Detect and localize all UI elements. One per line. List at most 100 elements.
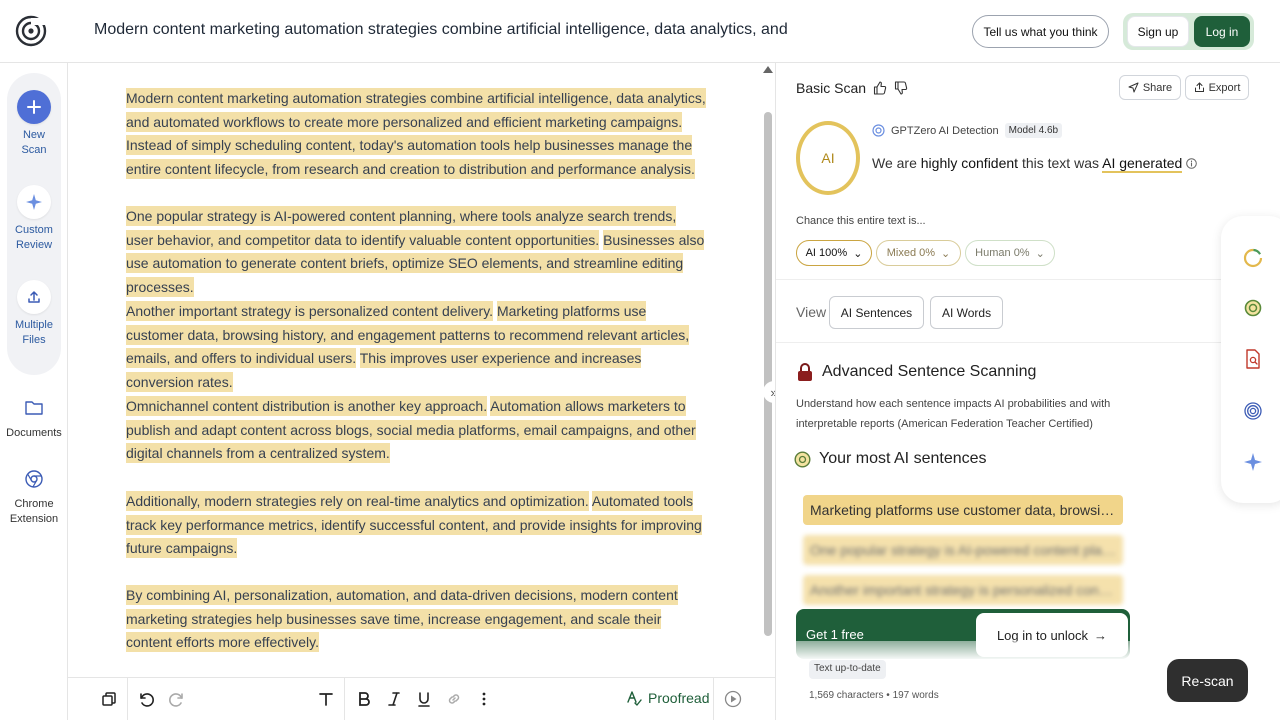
highlighted-sentence[interactable]: One popular strategy is AI-powered conte… [126, 206, 677, 250]
top-bar: Modern content marketing automation stra… [0, 0, 1280, 63]
gptzero-logo-icon[interactable] [14, 14, 48, 48]
scroll-up-arrow-icon[interactable] [763, 66, 773, 73]
editor-paragraph[interactable]: Omnichannel content distribution is anot… [126, 395, 706, 466]
info-icon[interactable] [1186, 158, 1197, 169]
thumbs-up-icon[interactable] [873, 81, 887, 95]
sidebar-item-multiple-files[interactable]: Multiple Files [0, 280, 68, 348]
italic-icon[interactable] [383, 688, 405, 710]
status-badge: Text up-to-date [809, 660, 886, 679]
ai-sentence-item[interactable]: Marketing platforms use customer data, b… [803, 495, 1123, 525]
editor-paragraph[interactable]: Another important strategy is personaliz… [126, 300, 706, 395]
highlighted-sentence[interactable]: Instead of simply scheduling content, to… [126, 135, 695, 180]
proofread-icon [627, 691, 642, 706]
document-search-icon[interactable] [1241, 347, 1265, 371]
ai-sentence-item: One popular strategy is AI-powered conte… [803, 535, 1123, 565]
verdict-prefix: We are [872, 155, 917, 171]
chevron-down-icon: ⌄ [1035, 247, 1045, 260]
link-icon[interactable] [443, 688, 465, 710]
sidebar-item-label: Chrome [14, 498, 54, 510]
advanced-scanning-heading: Advanced Sentence Scanning [796, 362, 1036, 382]
chevron-down-icon: ⌄ [853, 247, 863, 260]
unlock-free-label: Get 1 free [806, 627, 864, 642]
chevron-down-icon: ⌄ [941, 247, 951, 260]
advanced-scanning-title: Advanced Sentence Scanning [822, 363, 1037, 380]
scan-results-panel: Basic Scan Share Export AI GPTZero AI De… [775, 63, 1280, 720]
sidebar-item-label: Files [22, 334, 46, 346]
pill-label: Human 0% [975, 247, 1030, 259]
folder-icon [17, 394, 51, 422]
highlighted-sentence[interactable]: Additionally, modern strategies rely on … [126, 491, 589, 511]
text-editor[interactable]: Modern content marketing automation stra… [68, 63, 762, 677]
ai-words-button[interactable]: AI Words [930, 296, 1003, 329]
human-percentage-pill[interactable]: Human 0% ⌄ [965, 240, 1055, 266]
share-label: Share [1142, 81, 1173, 94]
view-selector: View AI Sentences AI Words [776, 279, 1280, 343]
fingerprint-icon[interactable] [1241, 399, 1265, 423]
editor-paragraph[interactable]: Additionally, modern strategies rely on … [126, 490, 706, 561]
gptzero-tool-icon[interactable] [1241, 296, 1265, 320]
sidebar-item-chrome-extension[interactable]: Chrome Extension [0, 465, 68, 527]
toolbar-divider [713, 678, 714, 720]
view-label: View [796, 304, 827, 320]
character-count: 1,569 characters [809, 690, 884, 701]
bold-icon[interactable] [353, 688, 375, 710]
highlighted-sentence[interactable]: Another important strategy is personaliz… [126, 301, 494, 321]
ai-sentence-item: Another important strategy is personaliz… [803, 575, 1123, 605]
toolbar-divider [127, 678, 128, 720]
copy-icon[interactable] [98, 688, 120, 710]
sidebar-item-label: Extension [9, 513, 59, 525]
thumbs-down-icon[interactable] [894, 81, 908, 95]
underline-icon[interactable] [413, 688, 435, 710]
chance-label: Chance this entire text is... [796, 215, 926, 227]
document-title: Modern content marketing automation stra… [94, 21, 788, 38]
editor-paragraph[interactable]: One popular strategy is AI-powered conte… [126, 205, 706, 300]
upload-icon [17, 280, 51, 314]
highlighted-sentence[interactable]: Modern content marketing automation stra… [126, 88, 706, 132]
re-scan-button[interactable]: Re-scan [1167, 659, 1248, 702]
feedback-button[interactable]: Tell us what you think [972, 15, 1109, 48]
editor-paragraph[interactable]: Modern content marketing automation stra… [126, 87, 706, 182]
most-ai-sentences-heading: Your most AI sentences [794, 450, 987, 468]
pill-label: Mixed 0% [886, 247, 936, 259]
sidebar-item-custom-review[interactable]: Custom Review [0, 185, 68, 253]
verdict-middle: this text was [1021, 155, 1099, 171]
text-stats: 1,569 characters • 197 words [809, 690, 939, 701]
export-label: Export [1208, 81, 1241, 94]
sidebar-item-label: Documents [6, 427, 62, 439]
sign-up-button[interactable]: Sign up [1127, 16, 1189, 47]
highlighted-sentence[interactable]: Omnichannel content distribution is anot… [126, 396, 488, 416]
plus-icon [17, 90, 51, 124]
proofread-label: Proofread [648, 690, 710, 706]
sidebar-item-documents[interactable]: Documents [0, 394, 68, 441]
highlighted-sentence[interactable]: By combining AI, personalization, automa… [126, 585, 678, 653]
redo-icon[interactable] [166, 688, 188, 710]
send-icon [1128, 82, 1139, 93]
share-button[interactable]: Share [1119, 75, 1181, 100]
ai-percentage-pill[interactable]: AI 100% ⌄ [796, 240, 872, 266]
model-badge: Model 4.6b [1004, 123, 1063, 138]
text-style-icon[interactable] [315, 688, 337, 710]
sparkle-tool-icon[interactable] [1241, 450, 1265, 474]
scrollbar-thumb[interactable] [764, 112, 772, 636]
play-icon[interactable] [722, 688, 744, 710]
undo-icon[interactable] [135, 688, 157, 710]
editor-paragraph[interactable]: By combining AI, personalization, automa… [126, 584, 706, 655]
proofread-button[interactable]: Proofread [626, 690, 709, 706]
floating-tool-rail [1221, 216, 1280, 503]
export-button[interactable]: Export [1185, 75, 1249, 100]
detector-header: GPTZero AI Detection Model 4.6b [872, 123, 1063, 138]
most-ai-sentences-title: Your most AI sentences [819, 450, 987, 467]
ai-detector-tool-icon[interactable] [1241, 246, 1265, 270]
sidebar-item-label: Scan [21, 144, 47, 156]
left-sidebar: New Scan Custom Review Multiple Files Do… [0, 63, 68, 720]
ai-sentences-button[interactable]: AI Sentences [829, 296, 924, 329]
verdict-confidence: highly confident [920, 155, 1019, 171]
sidebar-item-new-scan[interactable]: New Scan [0, 90, 68, 158]
export-icon [1194, 82, 1204, 92]
pill-label: AI 100% [805, 247, 848, 259]
more-options-icon[interactable] [473, 688, 495, 710]
mixed-percentage-pill[interactable]: Mixed 0% ⌄ [876, 240, 961, 266]
log-in-button[interactable]: Log in [1194, 16, 1250, 47]
chrome-icon [17, 465, 51, 493]
verdict-result: AI generated [1102, 155, 1183, 173]
